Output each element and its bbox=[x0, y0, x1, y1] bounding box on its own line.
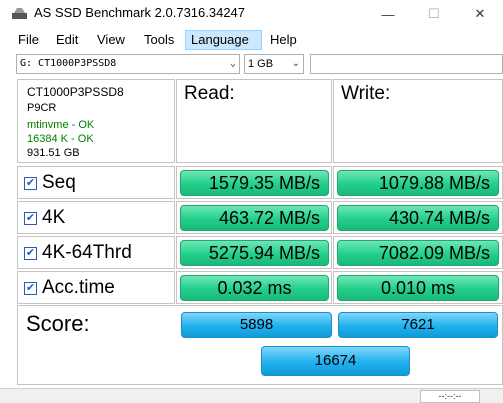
4k-64thrd-write-result: 7082.09 MB/s bbox=[337, 240, 499, 266]
driver-status: mtinvme - OK bbox=[27, 119, 95, 131]
test-label-seq: Seq bbox=[42, 172, 76, 193]
seq-write-cell: 1079.88 MB/s bbox=[333, 166, 503, 199]
test-size-value: 1 GB bbox=[248, 58, 274, 70]
test-row-seq: ✔ Seq bbox=[17, 166, 175, 199]
menu-edit[interactable]: Edit bbox=[51, 30, 83, 50]
drive-model: CT1000P3PSSD8 bbox=[27, 85, 124, 99]
empty-field bbox=[310, 54, 503, 74]
read-score: 5898 bbox=[181, 312, 332, 338]
score-label: Score: bbox=[26, 311, 90, 336]
alignment-status: 16384 K - OK bbox=[27, 133, 94, 145]
test-row-4k-64thrd: ✔ 4K-64Thrd bbox=[17, 236, 175, 269]
test-row-acc-time: ✔ Acc.time bbox=[17, 271, 175, 304]
score-panel: Score: 5898 7621 16674 bbox=[17, 305, 503, 385]
drive-select-value: G: CT1000P3PSSD8 bbox=[20, 58, 117, 69]
test-label-4k: 4K bbox=[42, 207, 66, 228]
4k-64thrd-write-cell: 7082.09 MB/s bbox=[333, 236, 503, 269]
seq-write-result: 1079.88 MB/s bbox=[337, 170, 499, 196]
seq-read-result: 1579.35 MB/s bbox=[180, 170, 329, 196]
seq-read-cell: 1579.35 MB/s bbox=[176, 166, 332, 199]
timer-display: --:--:-- bbox=[420, 390, 480, 403]
test-row-4k: ✔ 4K bbox=[17, 201, 175, 234]
menu-bar: File Edit View Tools Language Help bbox=[0, 28, 503, 52]
menu-view[interactable]: View bbox=[92, 30, 130, 50]
chevron-down-icon: ⌄ bbox=[291, 58, 300, 69]
4k-write-result: 430.74 MB/s bbox=[337, 205, 499, 231]
read-header: Read: bbox=[184, 83, 235, 104]
checkbox-acc-time[interactable]: ✔ bbox=[24, 282, 37, 295]
menu-help[interactable]: Help bbox=[265, 30, 302, 50]
test-label-acc-time: Acc.time bbox=[42, 277, 115, 298]
checkbox-4k-64thrd[interactable]: ✔ bbox=[24, 247, 37, 260]
acc-time-read-result: 0.032 ms bbox=[180, 275, 329, 301]
write-header: Write: bbox=[341, 83, 391, 104]
app-icon bbox=[12, 8, 27, 19]
checkbox-seq[interactable]: ✔ bbox=[24, 177, 37, 190]
menu-language[interactable]: Language bbox=[185, 30, 262, 50]
maximize-button[interactable]: ☐ bbox=[411, 0, 457, 28]
menu-file[interactable]: File bbox=[13, 30, 44, 50]
write-score: 7621 bbox=[338, 312, 498, 338]
4k-write-cell: 430.74 MB/s bbox=[333, 201, 503, 234]
test-label-4k-64thrd: 4K-64Thrd bbox=[42, 242, 132, 263]
minimize-button[interactable]: — bbox=[365, 0, 411, 28]
checkbox-4k[interactable]: ✔ bbox=[24, 212, 37, 225]
acc-time-read-cell: 0.032 ms bbox=[176, 271, 332, 304]
toolbar: G: CT1000P3PSSD8 ⌄ 1 GB ⌄ bbox=[0, 52, 503, 76]
window-title: AS SSD Benchmark 2.0.7316.34247 bbox=[34, 5, 246, 20]
drive-info-panel: CT1000P3PSSD8 P9CR mtinvme - OK 16384 K … bbox=[17, 79, 175, 163]
menu-tools[interactable]: Tools bbox=[139, 30, 179, 50]
4k-read-cell: 463.72 MB/s bbox=[176, 201, 332, 234]
write-header-panel: Write: bbox=[333, 79, 503, 163]
4k-64thrd-read-result: 5275.94 MB/s bbox=[180, 240, 329, 266]
acc-time-write-result: 0.010 ms bbox=[337, 275, 499, 301]
test-size-select[interactable]: 1 GB ⌄ bbox=[244, 54, 304, 74]
drive-select[interactable]: G: CT1000P3PSSD8 ⌄ bbox=[16, 54, 240, 74]
acc-time-write-cell: 0.010 ms bbox=[333, 271, 503, 304]
close-button[interactable]: ✕ bbox=[457, 0, 503, 28]
title-bar: AS SSD Benchmark 2.0.7316.34247 — ☐ ✕ bbox=[0, 0, 503, 28]
chevron-down-icon: ⌄ bbox=[229, 58, 236, 69]
total-score: 16674 bbox=[261, 346, 410, 376]
drive-firmware: P9CR bbox=[27, 102, 57, 114]
drive-capacity: 931.51 GB bbox=[27, 147, 80, 159]
4k-64thrd-read-cell: 5275.94 MB/s bbox=[176, 236, 332, 269]
4k-read-result: 463.72 MB/s bbox=[180, 205, 329, 231]
read-header-panel: Read: bbox=[176, 79, 332, 163]
